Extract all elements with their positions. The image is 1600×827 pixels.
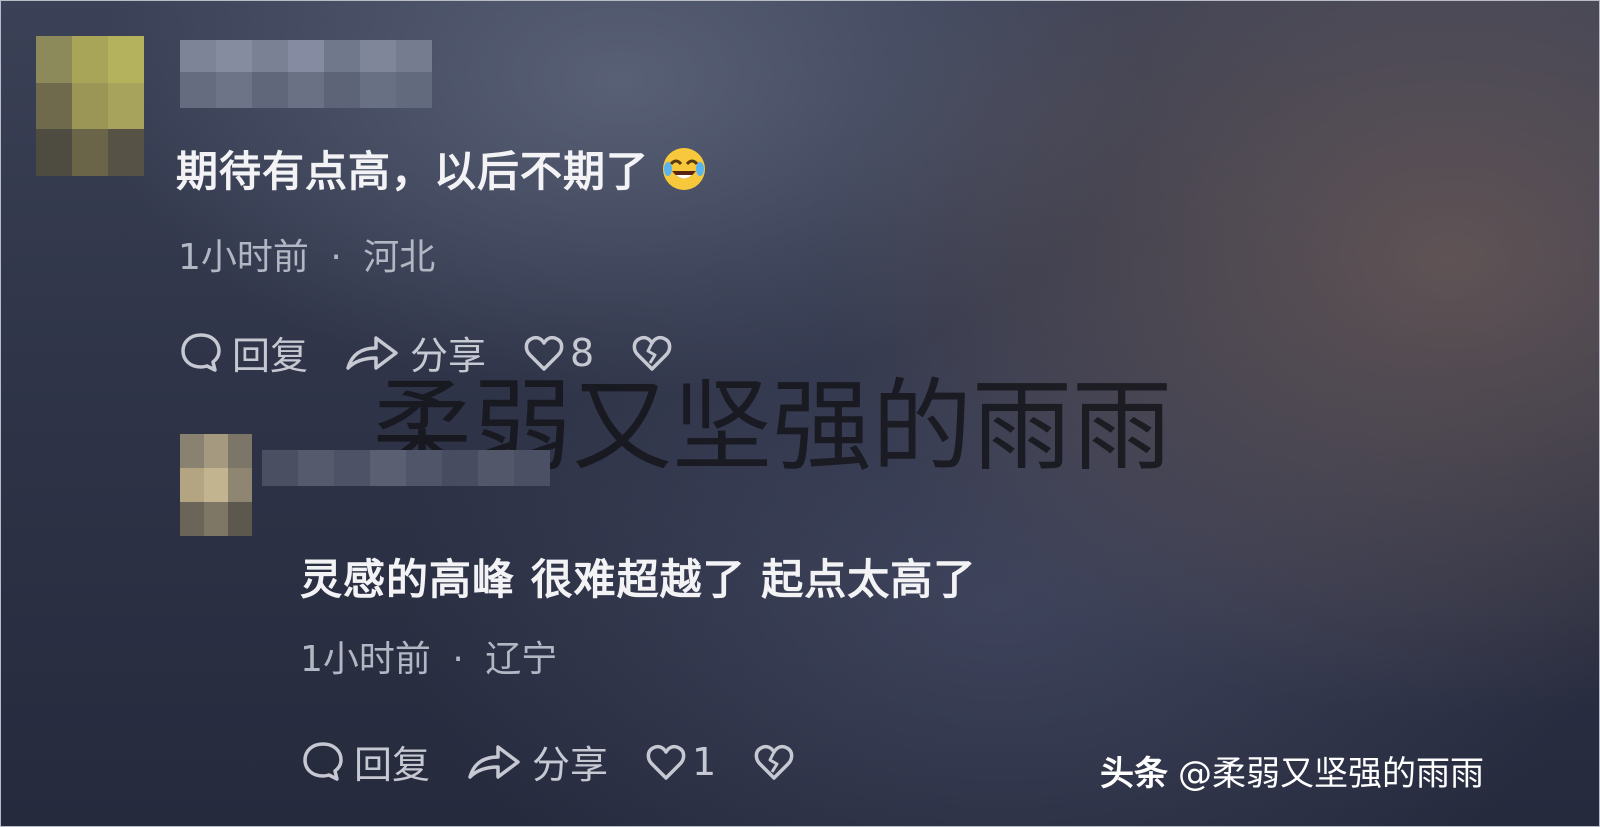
- reply-button[interactable]: 回复: [300, 734, 430, 789]
- share-label: 分享: [532, 743, 609, 787]
- comment-actions: 回复 分享 1: [300, 734, 832, 789]
- avatar[interactable]: [180, 434, 252, 536]
- reply-label: 回复: [232, 334, 309, 378]
- comment-time: 1小时前: [300, 639, 431, 680]
- comment-bubble-icon: [303, 741, 343, 781]
- dislike-button[interactable]: [752, 740, 796, 784]
- corner-watermark: 头条 @柔弱又坚强的雨雨: [1100, 746, 1552, 806]
- username-blurred-row2: [180, 72, 432, 108]
- comment-bubble-icon: [181, 332, 221, 372]
- meta-separator: ·: [330, 237, 342, 278]
- comment-text: 灵感的高峰 很难超越了 起点太高了: [300, 546, 976, 607]
- heart-icon: [646, 744, 686, 780]
- comment-location: 辽宁: [485, 639, 558, 680]
- corner-watermark-handle: @柔弱又坚强的雨雨: [1178, 754, 1484, 794]
- comment-text-content: 灵感的高峰 很难超越了 起点太高了: [300, 555, 977, 604]
- meta-separator: ·: [452, 639, 464, 680]
- reply-label: 回复: [354, 743, 431, 787]
- comment-time: 1小时前: [178, 237, 309, 278]
- like-count: 1: [692, 739, 717, 784]
- share-arrow-icon: [468, 744, 520, 779]
- comment-text-content: 期待有点高，以后不期了: [176, 147, 650, 196]
- corner-watermark-brand: 头条: [1100, 754, 1168, 794]
- username-blurred[interactable]: [180, 40, 432, 76]
- like-button[interactable]: 1: [644, 740, 716, 784]
- tears-of-joy-emoji: [663, 148, 706, 190]
- comment-meta: 1小时前 · 河北: [178, 228, 435, 280]
- comment-meta: 1小时前 · 辽宁: [300, 630, 557, 682]
- comment-location: 河北: [363, 237, 436, 278]
- avatar[interactable]: [36, 36, 144, 176]
- comment-text: 期待有点高，以后不期了: [176, 138, 707, 199]
- share-button[interactable]: 分享: [466, 734, 608, 789]
- broken-heart-icon: [754, 744, 794, 780]
- username-blurred[interactable]: [262, 450, 550, 486]
- reply-button[interactable]: 回复: [178, 325, 308, 380]
